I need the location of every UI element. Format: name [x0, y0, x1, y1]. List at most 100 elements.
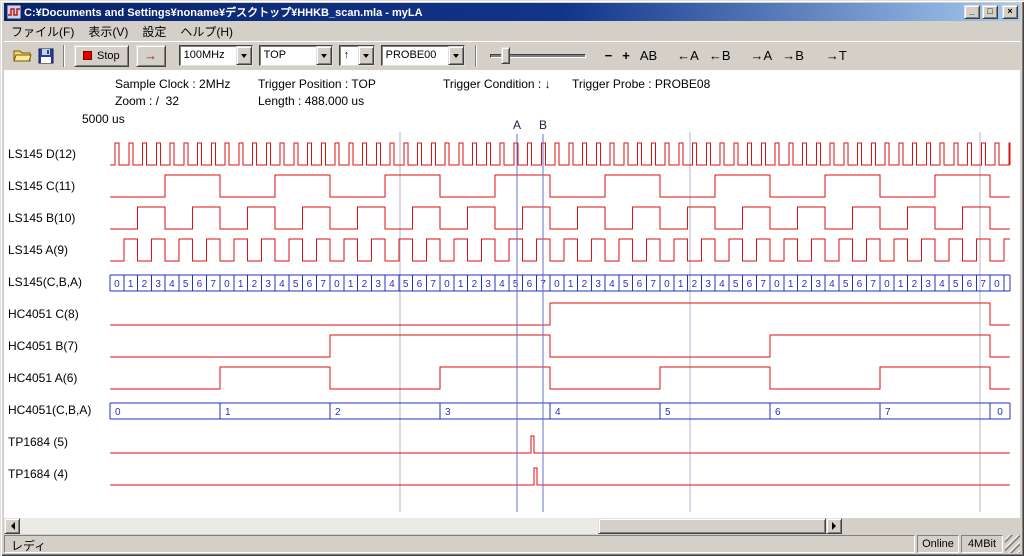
trigger-position-value: TOP: [260, 46, 316, 65]
svg-text:1: 1: [225, 407, 231, 418]
status-message: レディ: [4, 535, 915, 553]
scrollbar-thumb[interactable]: [598, 518, 826, 534]
svg-text:2: 2: [142, 279, 148, 290]
svg-text:7: 7: [980, 279, 986, 290]
svg-text:0: 0: [554, 279, 560, 290]
svg-text:0: 0: [664, 279, 670, 290]
svg-text:6: 6: [967, 279, 973, 290]
svg-text:5: 5: [183, 279, 189, 290]
svg-text:2: 2: [802, 279, 808, 290]
goto-a-left-button[interactable]: ←A: [672, 46, 704, 65]
svg-text:4: 4: [389, 279, 395, 290]
svg-text:4: 4: [609, 279, 615, 290]
svg-text:2: 2: [472, 279, 478, 290]
menu-file[interactable]: ファイル(F): [4, 22, 81, 41]
app-icon: [7, 5, 21, 19]
sample-clock-info: Sample Clock : 2MHz: [115, 77, 230, 91]
goto-a-right-button[interactable]: →A: [746, 46, 778, 65]
trigger-edge-value: ↑: [340, 46, 358, 65]
svg-text:0: 0: [334, 279, 340, 290]
svg-text:4: 4: [169, 279, 175, 290]
svg-text:1: 1: [678, 279, 684, 290]
status-memory: 4MBit: [961, 535, 1003, 553]
trigger-probe-info: Trigger Probe : PROBE08: [572, 77, 710, 91]
svg-text:4: 4: [555, 407, 561, 418]
sample-clock-select[interactable]: 100MHz: [179, 45, 253, 66]
zoom-in-button[interactable]: +: [617, 46, 635, 65]
svg-text:2: 2: [912, 279, 918, 290]
scroll-left-button[interactable]: [4, 518, 20, 534]
svg-text:3: 3: [485, 279, 491, 290]
channel-label: LS145 B(10): [8, 211, 75, 225]
close-button[interactable]: ×: [1002, 5, 1018, 19]
app-window: C:¥Documents and Settings¥noname¥デスクトップ¥…: [0, 0, 1024, 556]
channel-label: LS145 A(9): [8, 243, 68, 257]
svg-text:5: 5: [513, 279, 519, 290]
svg-text:7: 7: [320, 279, 326, 290]
trigger-probe-select[interactable]: PROBE00: [381, 45, 465, 66]
svg-text:4: 4: [499, 279, 505, 290]
svg-text:1: 1: [348, 279, 354, 290]
channel-label: TP1684 (4): [8, 467, 68, 481]
chevron-down-icon[interactable]: [358, 46, 374, 65]
stop-button[interactable]: Stop: [74, 45, 129, 67]
chevron-down-icon[interactable]: [448, 46, 464, 65]
trigger-position-select[interactable]: TOP: [259, 45, 333, 66]
arrow-left-icon: [7, 522, 15, 530]
channel-label: HC4051(C,B,A): [8, 403, 91, 417]
svg-text:7: 7: [870, 279, 876, 290]
timebase-label: 5000 us: [82, 112, 125, 126]
svg-text:3: 3: [705, 279, 711, 290]
chevron-down-icon[interactable]: [316, 46, 332, 65]
slider-thumb[interactable]: [501, 47, 510, 64]
svg-text:6: 6: [307, 279, 313, 290]
window-title: C:¥Documents and Settings¥noname¥デスクトップ¥…: [24, 4, 960, 20]
menu-bar: ファイル(F) 表示(V) 設定 ヘルプ(H): [4, 22, 1020, 40]
toolbar-separator: [63, 45, 65, 67]
open-button[interactable]: [10, 44, 34, 68]
channel-label: LS145(C,B,A): [8, 275, 82, 289]
floppy-disk-icon: [38, 48, 54, 64]
channel-label: TP1684 (5): [8, 435, 68, 449]
menu-settings[interactable]: 設定: [135, 22, 173, 41]
horizontal-scrollbar[interactable]: [4, 518, 842, 534]
minimize-button[interactable]: _: [964, 5, 980, 19]
status-online: Online: [917, 535, 959, 553]
zoom-out-button[interactable]: −: [600, 46, 618, 65]
chevron-down-icon[interactable]: [236, 46, 252, 65]
channel-label: LS145 C(11): [8, 179, 75, 193]
svg-text:3: 3: [375, 279, 381, 290]
scrollbar-track[interactable]: [20, 518, 826, 534]
goto-trigger-button[interactable]: →T: [821, 46, 852, 65]
channel-label: HC4051 A(6): [8, 371, 77, 385]
maximize-button[interactable]: □: [982, 5, 998, 19]
svg-text:6: 6: [527, 279, 533, 290]
zoom-info: Zoom : / 32: [115, 94, 179, 108]
goto-b-left-button[interactable]: ←B: [704, 46, 736, 65]
svg-text:5: 5: [293, 279, 299, 290]
svg-text:1: 1: [898, 279, 904, 290]
svg-text:0: 0: [884, 279, 890, 290]
trigger-edge-select[interactable]: ↑: [339, 45, 375, 66]
menu-view[interactable]: 表示(V): [81, 22, 135, 41]
menu-help[interactable]: ヘルプ(H): [173, 22, 240, 41]
svg-text:4: 4: [279, 279, 285, 290]
svg-text:7: 7: [210, 279, 216, 290]
waveform-display[interactable]: 0123456701234567012345670123456701234567…: [0, 110, 1024, 516]
run-button[interactable]: →: [136, 45, 166, 67]
title-bar[interactable]: C:¥Documents and Settings¥noname¥デスクトップ¥…: [4, 3, 1020, 21]
svg-text:2: 2: [362, 279, 368, 290]
svg-text:2: 2: [335, 407, 341, 418]
ab-cursor-button[interactable]: AB: [635, 46, 662, 65]
save-button[interactable]: [34, 44, 58, 68]
toolbar-separator: [475, 45, 477, 67]
svg-text:5: 5: [733, 279, 739, 290]
resize-grip[interactable]: [1005, 535, 1020, 553]
open-folder-icon: [13, 48, 32, 63]
goto-b-right-button[interactable]: →B: [777, 46, 809, 65]
svg-text:7: 7: [760, 279, 766, 290]
scroll-right-button[interactable]: [826, 518, 842, 534]
zoom-slider[interactable]: [488, 46, 588, 66]
channel-label: HC4051 C(8): [8, 307, 79, 321]
svg-text:1: 1: [128, 279, 134, 290]
